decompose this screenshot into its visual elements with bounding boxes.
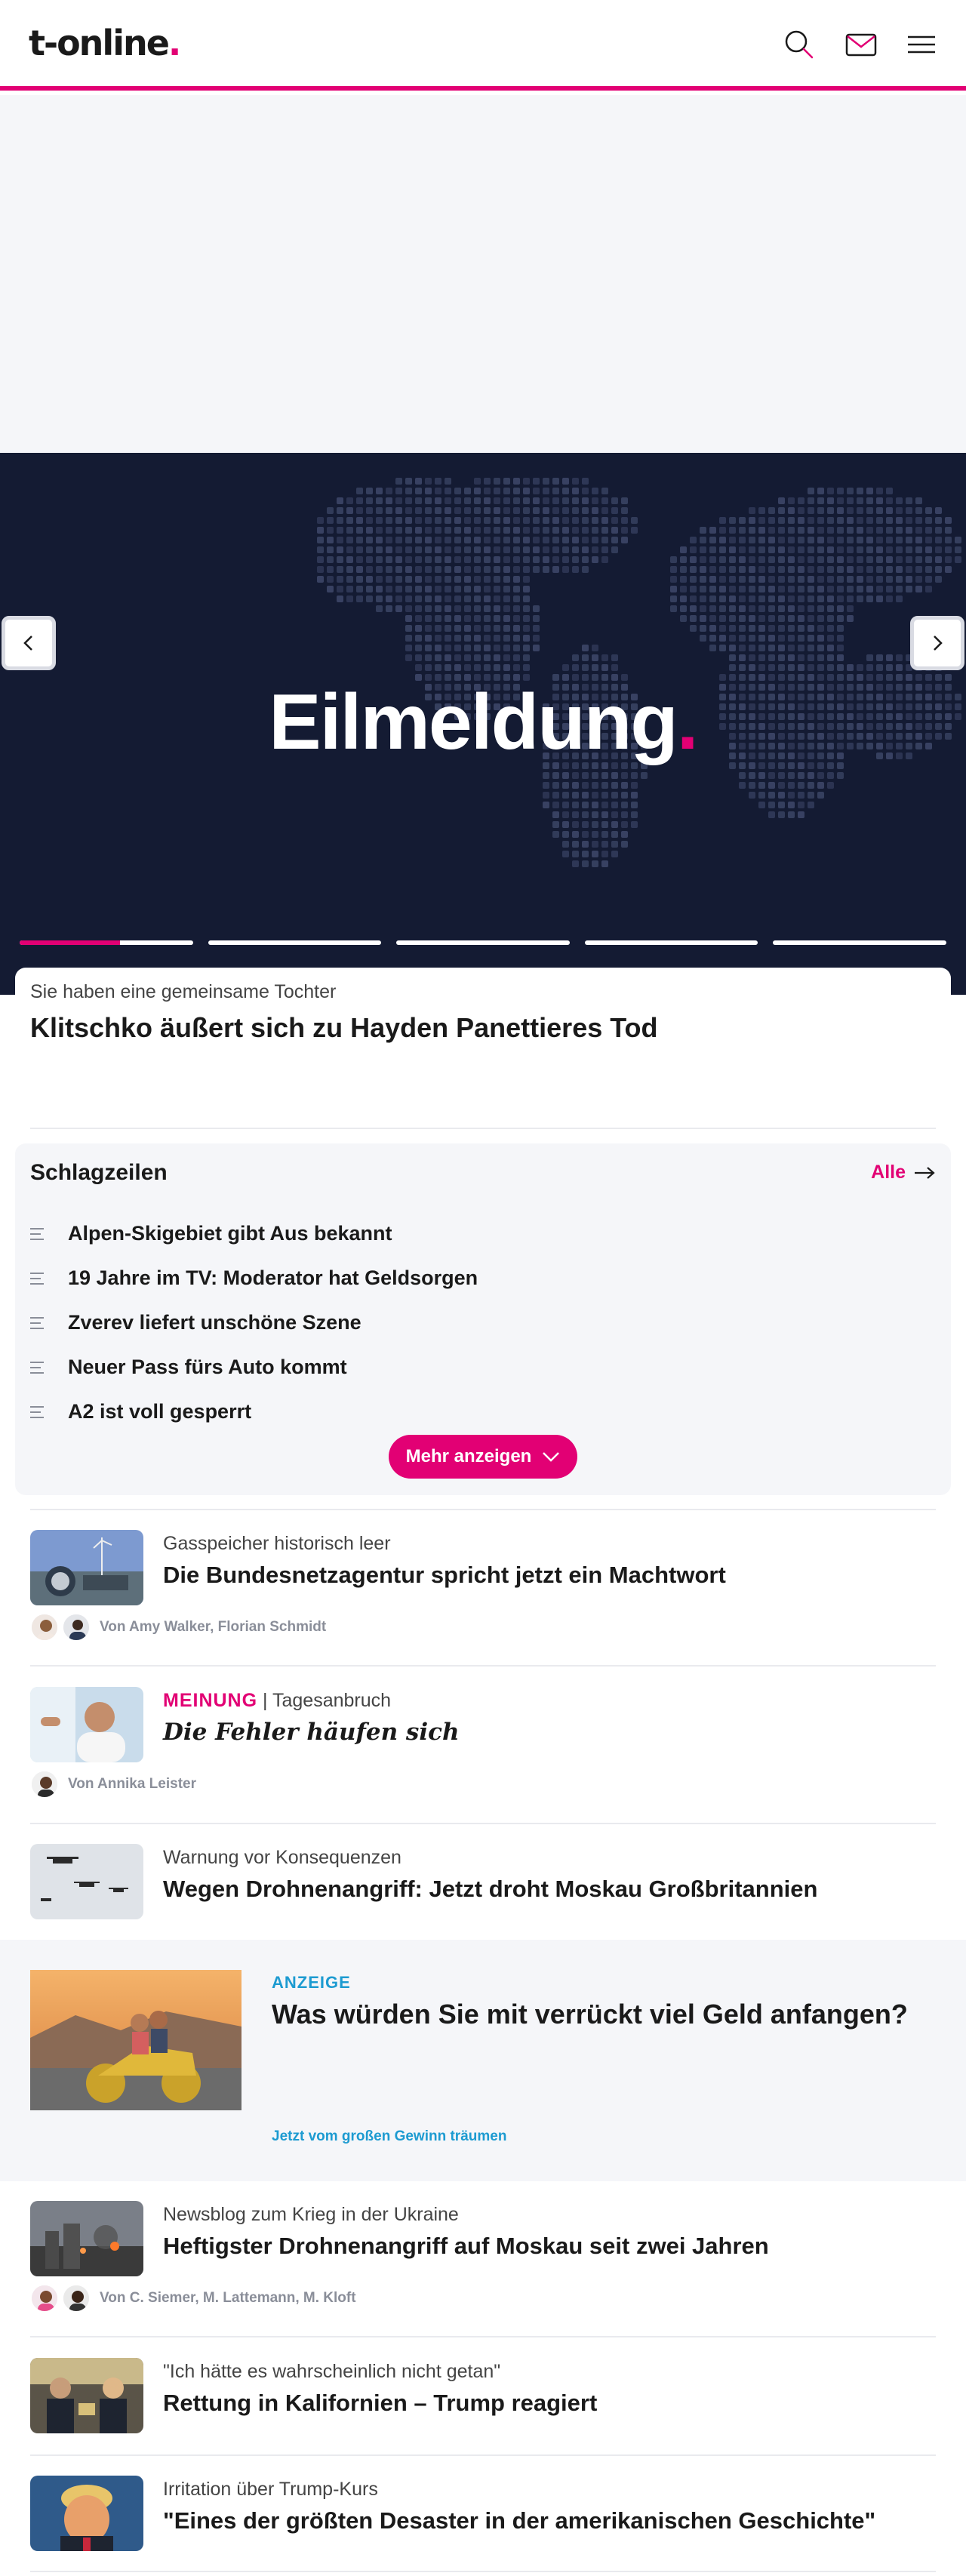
arrow-right-icon: [915, 1166, 935, 1179]
menu-icon[interactable]: [904, 27, 939, 62]
slide-progress-1[interactable]: [20, 940, 193, 945]
chevron-down-icon: [543, 1452, 560, 1462]
headlines-box: Schlagzeilen Alle Alpen-Skigebiet gibt A…: [15, 1143, 951, 1495]
divider: [30, 1128, 936, 1129]
article-teaser[interactable]: "Ich hätte es wahrscheinlich nicht getan…: [30, 2358, 936, 2441]
article-kicker: Irritation über Trump-Kurs: [163, 2479, 378, 2500]
text-lines-icon: [30, 1405, 44, 1418]
headline-text: A2 ist voll gesperrt: [68, 1400, 252, 1423]
article-authors: Von Annika Leister: [30, 1770, 196, 1799]
article-kicker: Gasspeicher historisch leer: [163, 1533, 391, 1554]
headline-text: Alpen-Skigebiet gibt Aus bekannt: [68, 1222, 392, 1245]
hero-card[interactable]: Sie haben eine gemeinsame Tochter Klitsc…: [15, 968, 951, 1073]
headlines-all-label: Alle: [871, 1162, 906, 1183]
article-thumbnail[interactable]: [30, 2358, 143, 2433]
article-thumbnail[interactable]: [30, 1530, 143, 1605]
slide-progress-fill: [20, 940, 121, 945]
divider: [30, 2571, 936, 2572]
article-teaser[interactable]: Newsblog zum Krieg in der Ukraine Heftig…: [30, 2201, 936, 2322]
sponsored-label: ANZEIGE: [272, 1973, 351, 1992]
headline-item[interactable]: 19 Jahre im TV: Moderator hat Geldsorgen: [30, 1256, 921, 1300]
divider: [30, 2454, 936, 2456]
show-more-label: Mehr anzeigen: [405, 1446, 532, 1467]
article-teaser-opinion[interactable]: MEINUNG | Tagesanbruch Die Fehler häufen…: [30, 1687, 936, 1808]
slide-progress-3[interactable]: [396, 940, 570, 945]
avatar: [30, 1613, 59, 1642]
article-headline[interactable]: Wegen Drohnenangriff: Jetzt droht Moskau…: [163, 1876, 933, 1903]
article-headline[interactable]: Die Bundesnetzagentur spricht jetzt ein …: [163, 1562, 933, 1589]
article-thumbnail[interactable]: [30, 1844, 143, 1919]
author-names: Von C. Siemer, M. Lattemann, M. Kloft: [100, 2290, 356, 2306]
sponsored-image[interactable]: [30, 1970, 242, 2110]
headline-text: Zverev liefert unschöne Szene: [68, 1311, 361, 1334]
article-kicker: "Ich hätte es wahrscheinlich nicht getan…: [163, 2361, 501, 2382]
chevron-right-icon: [934, 636, 943, 651]
article-kicker: Newsblog zum Krieg in der Ukraine: [163, 2204, 459, 2225]
logo[interactable]: t-online.: [29, 23, 181, 63]
article-authors: Von C. Siemer, M. Lattemann, M. Kloft: [30, 2284, 356, 2313]
ad-placeholder: [0, 95, 966, 453]
article-teaser[interactable]: Gasspeicher historisch leer Die Bundesne…: [30, 1530, 936, 1651]
avatar: [30, 1770, 59, 1799]
slide-progress-4[interactable]: [585, 940, 758, 945]
divider: [30, 1665, 936, 1667]
divider: [30, 1509, 936, 1510]
article-thumbnail[interactable]: [30, 2201, 143, 2276]
article-thumbnail[interactable]: [30, 1687, 143, 1762]
headline-text: 19 Jahre im TV: Moderator hat Geldsorgen: [68, 1266, 478, 1289]
slide-progress-2[interactable]: [208, 940, 381, 945]
headlines-list: Alpen-Skigebiet gibt Aus bekannt 19 Jahr…: [30, 1211, 921, 1434]
headlines-title: Schlagzeilen: [30, 1160, 168, 1185]
article-kicker: Warnung vor Konsequenzen: [163, 1847, 401, 1868]
article-headline[interactable]: Rettung in Kalifornien – Trump reagiert: [163, 2390, 933, 2417]
text-lines-icon: [30, 1227, 44, 1240]
divider: [30, 2336, 936, 2337]
hero-card-kicker: Sie haben eine gemeinsame Tochter: [30, 981, 337, 1002]
mail-icon[interactable]: [844, 27, 878, 62]
headlines-all-link[interactable]: Alle: [871, 1162, 936, 1183]
headline-item[interactable]: Neuer Pass fürs Auto kommt: [30, 1345, 921, 1390]
article-teaser[interactable]: Warnung vor Konsequenzen Wegen Drohnenan…: [30, 1844, 936, 1927]
headline-item[interactable]: A2 ist voll gesperrt: [30, 1390, 921, 1434]
article-kicker: MEINUNG | Tagesanbruch: [163, 1690, 392, 1711]
text-lines-icon: [30, 1272, 44, 1285]
article-authors: Von Amy Walker, Florian Schmidt: [30, 1613, 326, 1642]
avatar: [30, 2284, 59, 2313]
headline-text: Neuer Pass fürs Auto kommt: [68, 1356, 347, 1378]
article-teaser[interactable]: Irritation über Trump-Kurs "Eines der gr…: [30, 2476, 936, 2559]
slide-progress-5[interactable]: [773, 940, 946, 945]
headline-item[interactable]: Alpen-Skigebiet gibt Aus bekannt: [30, 1211, 921, 1256]
article-headline[interactable]: Die Fehler häufen sich: [163, 1719, 933, 1746]
chevron-left-icon: [23, 636, 32, 651]
show-more-button[interactable]: Mehr anzeigen: [389, 1435, 577, 1479]
avatar: [62, 1613, 91, 1642]
site-header: t-online.: [0, 0, 966, 91]
slider-prev-button[interactable]: [2, 616, 56, 670]
breaking-news-slider[interactable]: Eilmeldung.: [0, 453, 966, 995]
headline-item[interactable]: Zverev liefert unschöne Szene: [30, 1300, 921, 1345]
author-names: Von Amy Walker, Florian Schmidt: [100, 1619, 327, 1635]
article-headline[interactable]: "Eines der größten Desaster in der ameri…: [163, 2507, 933, 2534]
divider: [30, 1823, 936, 1824]
hero-title: Eilmeldung.: [269, 679, 698, 766]
article-thumbnail[interactable]: [30, 2476, 143, 2551]
avatar: [62, 2284, 91, 2313]
hero-card-headline[interactable]: Klitschko äußert sich zu Hayden Panettie…: [30, 1012, 936, 1044]
text-lines-icon: [30, 1316, 44, 1329]
article-headline[interactable]: Heftigster Drohnenangriff auf Moskau sei…: [163, 2233, 933, 2260]
sponsored-teaser[interactable]: ANZEIGE Was würden Sie mit verrückt viel…: [0, 1940, 966, 2181]
author-names: Von Annika Leister: [68, 1776, 196, 1792]
sponsored-link[interactable]: Jetzt vom großen Gewinn träumen: [272, 2128, 506, 2145]
sponsored-headline[interactable]: Was würden Sie mit verrückt viel Geld an…: [272, 1999, 921, 2030]
text-lines-icon: [30, 1361, 44, 1374]
slider-next-button[interactable]: [910, 616, 964, 670]
search-icon[interactable]: [782, 27, 817, 62]
opinion-label: MEINUNG: [163, 1690, 258, 1711]
